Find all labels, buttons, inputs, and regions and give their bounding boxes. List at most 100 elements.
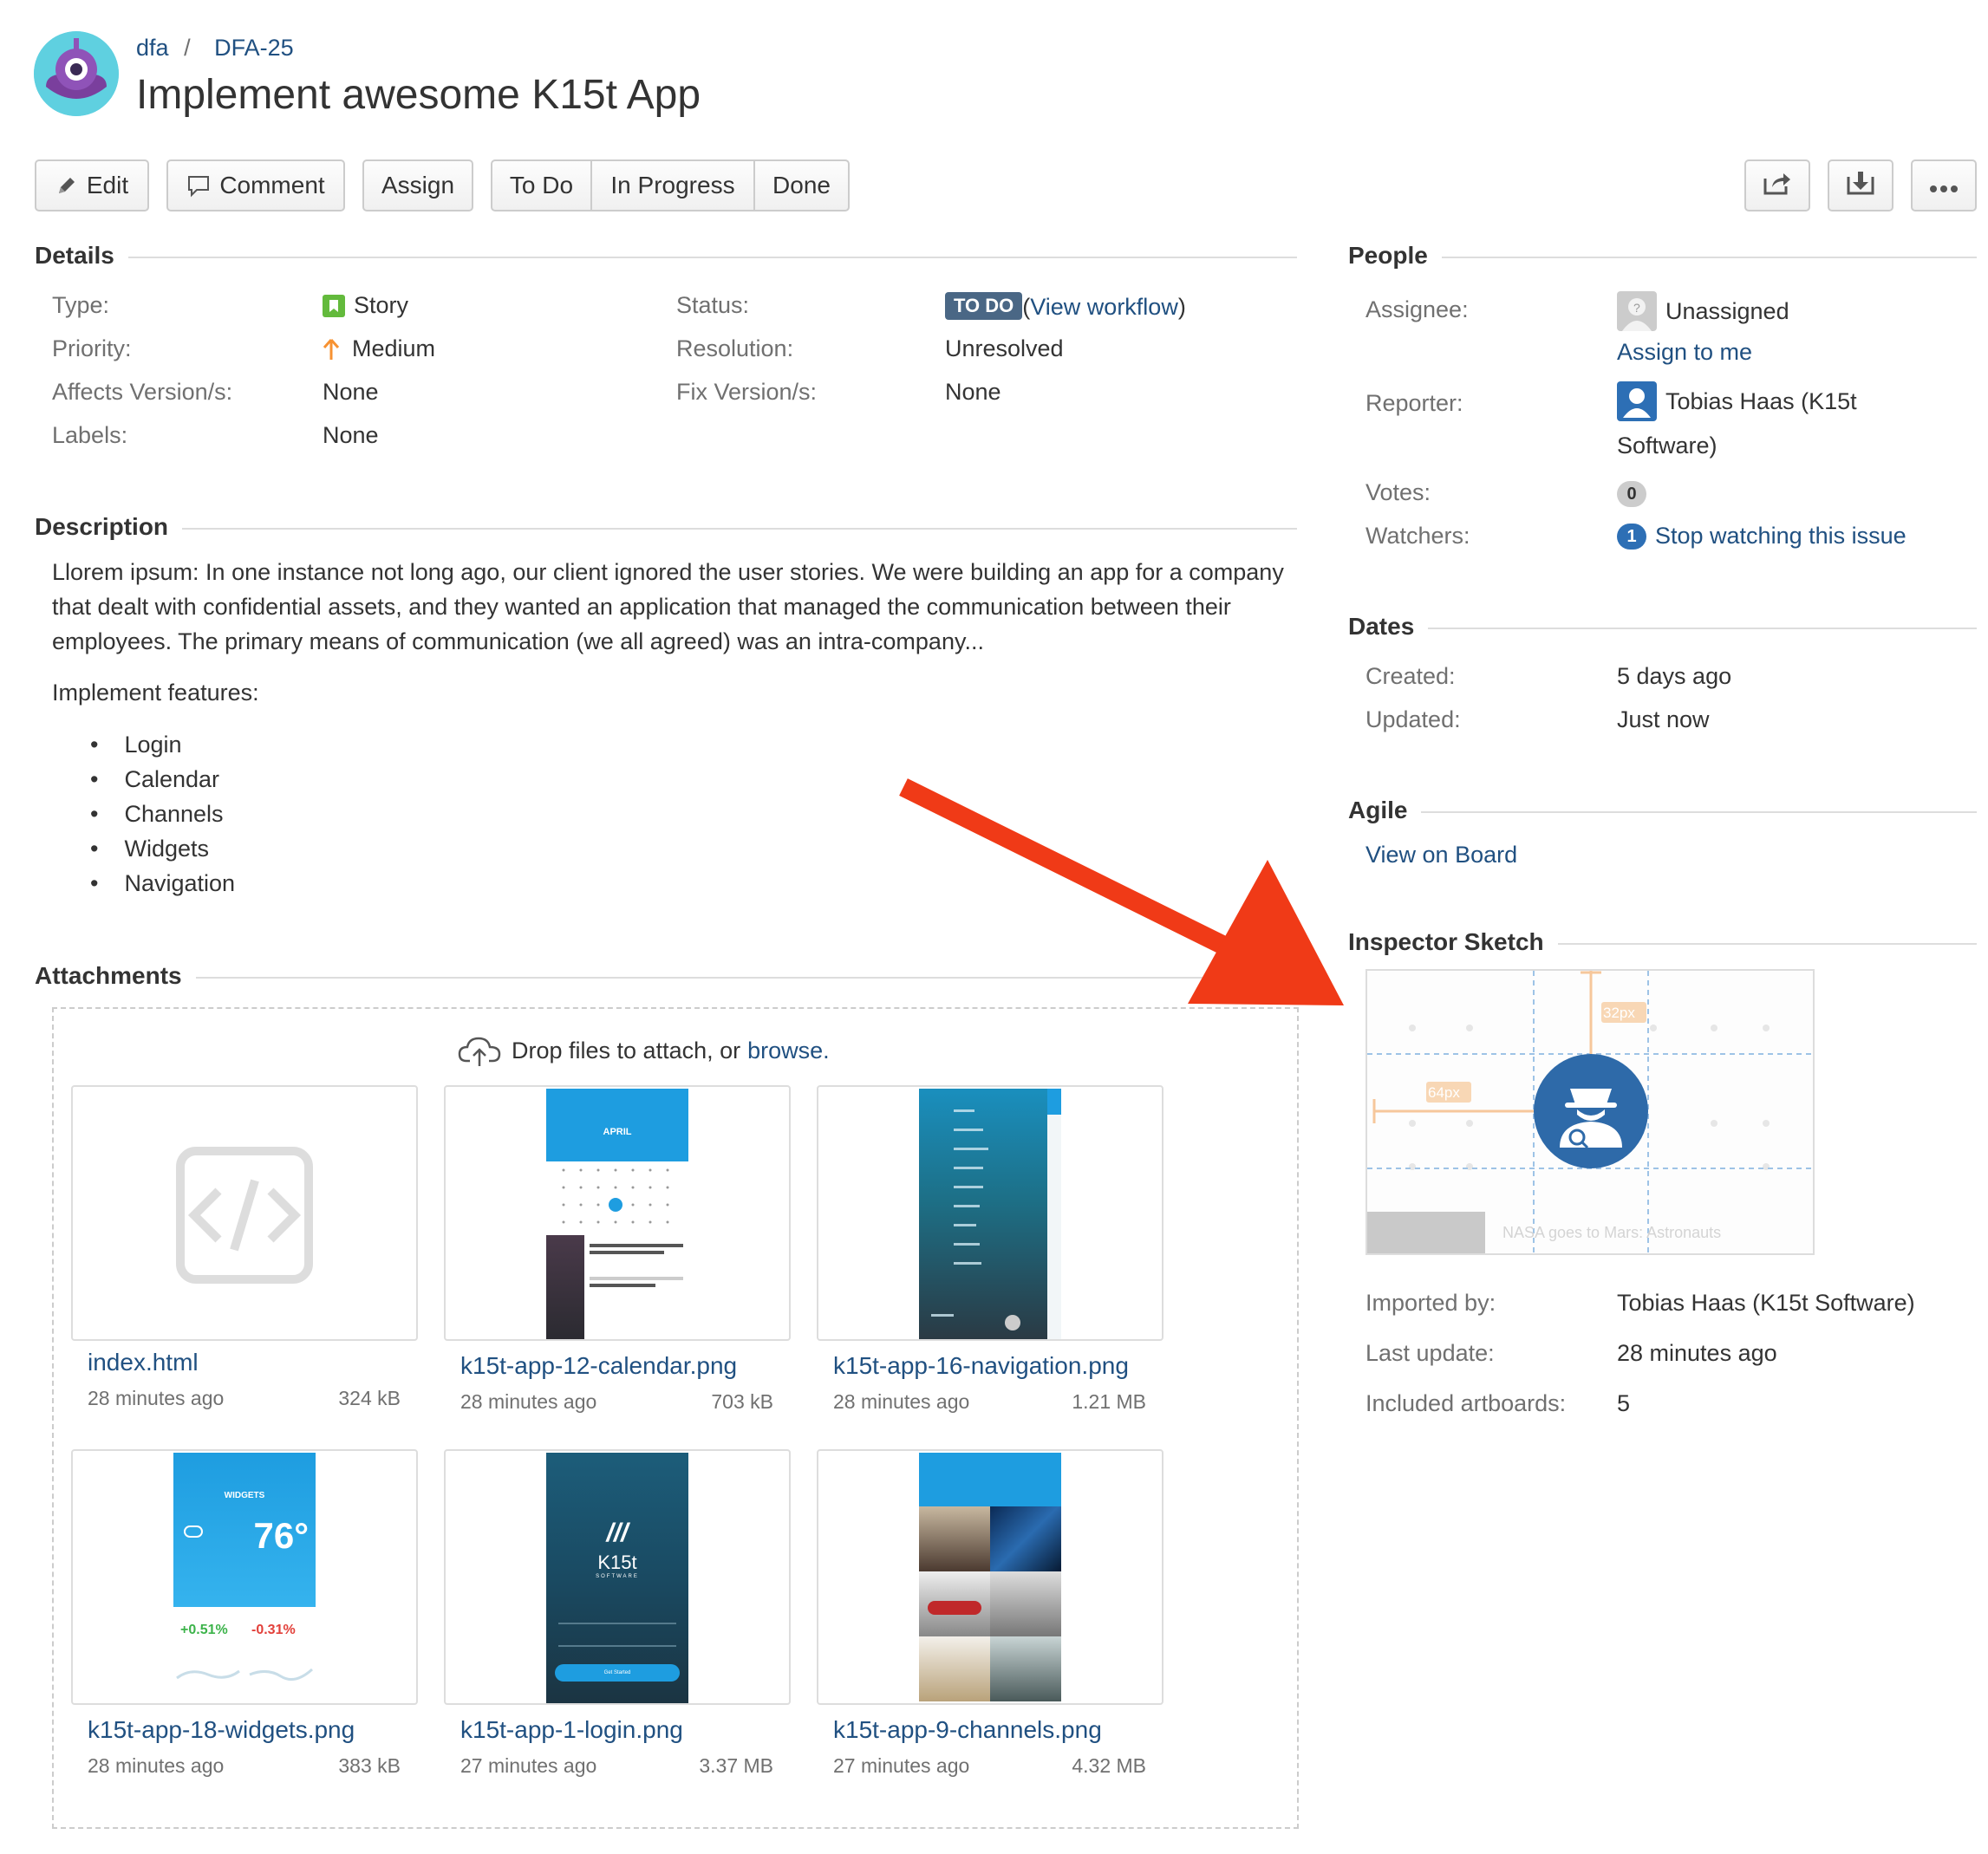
attachment-card-navigation[interactable] [817,1085,1163,1341]
assignee-value-text: Unassigned [1665,297,1789,324]
attachment-time: 28 minutes ago [88,1754,225,1777]
resolution-label: Resolution: [676,335,794,361]
attachment-name[interactable]: k15t-app-16-navigation.png [833,1352,1129,1380]
fix-version-value: None [945,379,1001,405]
story-icon [323,294,345,317]
description-heading: Description [35,513,183,541]
unassigned-avatar-icon: ? [1617,291,1657,331]
attachment-name[interactable]: k15t-app-9-channels.png [833,1716,1102,1744]
details-rule [35,257,1297,258]
attachment-card-calendar[interactable]: APRIL [444,1085,791,1341]
preview-dimension-64: 64px [1428,1084,1460,1101]
attachment-card-widgets[interactable]: WIDGETS 76° +0.51% -0.31% [71,1449,418,1705]
list-item: • Login [90,732,182,758]
last-update-label: Last update: [1366,1340,1495,1366]
done-button[interactable]: Done [755,161,848,210]
assignee-label: Assignee: [1366,296,1469,322]
resolution-value: Unresolved [945,335,1064,361]
browse-link[interactable]: browse. [747,1038,830,1064]
widgets-weather: WIDGETS 76° [173,1453,316,1607]
view-on-board-link[interactable]: View on Board [1366,842,1517,868]
attachment-card-channels[interactable] [817,1449,1163,1705]
list-item: • Widgets [90,836,210,862]
list-item: • Navigation [90,870,236,896]
more-button[interactable] [1911,159,1977,211]
pencil-icon [55,174,78,197]
annotation-arrow-icon [899,778,1344,1005]
assign-to-me-link[interactable]: Assign to me [1617,339,1752,366]
type-value: Story [323,292,408,319]
attachment-time: 28 minutes ago [460,1390,597,1413]
imported-by-label: Imported by: [1366,1290,1496,1316]
attachment-size: 703 kB [711,1390,773,1413]
attachment-time: 28 minutes ago [833,1390,970,1413]
people-heading: People [1348,242,1442,270]
share-button[interactable] [1744,159,1810,211]
in-progress-button[interactable]: In Progress [592,161,755,210]
description-rule [35,528,1297,530]
calendar-thumbnail: APRIL [546,1089,688,1339]
export-button[interactable] [1828,159,1893,211]
export-icon [1846,170,1875,202]
arrow-up-icon [323,338,340,361]
attachment-card-index-html[interactable] [71,1085,418,1341]
attachment-name[interactable]: k15t-app-18-widgets.png [88,1716,355,1744]
created-label: Created: [1366,663,1456,689]
fix-version-label: Fix Version/s: [676,379,818,405]
priority-value-text: Medium [352,335,436,361]
reporter-label: Reporter: [1366,390,1463,416]
calendar-events [546,1235,688,1339]
type-label: Type: [52,292,110,318]
imported-by-value: Tobias Haas (K15t Software) [1617,1290,1915,1316]
updated-value: Just now [1617,706,1710,732]
last-update-value: 28 minutes ago [1617,1340,1777,1366]
votes-value[interactable]: 0 [1617,481,1646,507]
edit-button[interactable]: Edit [35,159,149,211]
status-label: Status: [676,292,750,318]
preview-caption: NASA goes to Mars: Astronauts [1502,1224,1722,1241]
cloud-upload-icon [458,1033,501,1068]
attachment-name[interactable]: k15t-app-12-calendar.png [460,1352,737,1380]
breadcrumb-issue-link[interactable]: DFA-25 [214,35,294,61]
calendar-month: APRIL [603,1127,632,1137]
updated-label: Updated: [1366,706,1461,732]
svg-text:?: ? [1633,301,1640,315]
attachment-time: 27 minutes ago [833,1754,970,1777]
affects-version-label: Affects Version/s: [52,379,233,405]
stop-watching-link[interactable]: Stop watching this issue [1655,523,1907,550]
drop-text: Drop files to attach, or [512,1037,741,1064]
details-heading: Details [35,242,128,270]
attachment-size: 383 kB [338,1754,401,1777]
attachment-time: 27 minutes ago [460,1754,597,1777]
project-avatar[interactable] [34,31,119,116]
widgets-stocks: +0.51% -0.31% [173,1607,316,1703]
calendar-header: APRIL [546,1089,688,1161]
assign-button[interactable]: Assign [362,159,473,211]
affects-version-value: None [323,379,379,405]
included-artboards-value: 5 [1617,1390,1631,1416]
inspector-sketch-preview[interactable]: 32px 64px NASA goes to Mars: Astronauts [1366,969,1815,1255]
breadcrumb-project-link[interactable]: dfa [136,35,169,61]
watchers-value: 1 Stop watching this issue [1617,523,1907,550]
votes-label: Votes: [1366,479,1431,505]
labels-value: None [323,422,379,448]
attachment-name[interactable]: index.html [88,1349,199,1376]
workflow-button-group: To Do In Progress Done [491,159,850,211]
calendar-grid [562,1168,669,1224]
channels-thumbnail [919,1453,1061,1703]
status-badge: TO DO [945,292,1023,320]
attachment-name[interactable]: k15t-app-1-login.png [460,1716,683,1744]
attachment-card-login[interactable]: /// K15t SOFTWARE Get Started [444,1449,791,1705]
drop-prompt: Drop files to attach, or browse. [458,1033,830,1068]
todo-button[interactable]: To Do [492,161,592,210]
comment-button[interactable]: Comment [166,159,345,211]
widgets-temperature: 76° [253,1515,309,1556]
watchers-label: Watchers: [1366,523,1470,549]
list-item: • Channels [90,801,224,827]
comment-icon [186,173,211,198]
reporter-value: Tobias Haas (K15t [1617,381,1857,421]
edit-button-label: Edit [86,172,129,198]
user-avatar-icon [1617,381,1657,421]
view-workflow-link[interactable]: View workflow [1030,294,1178,320]
breadcrumb-separator: / [184,35,191,61]
